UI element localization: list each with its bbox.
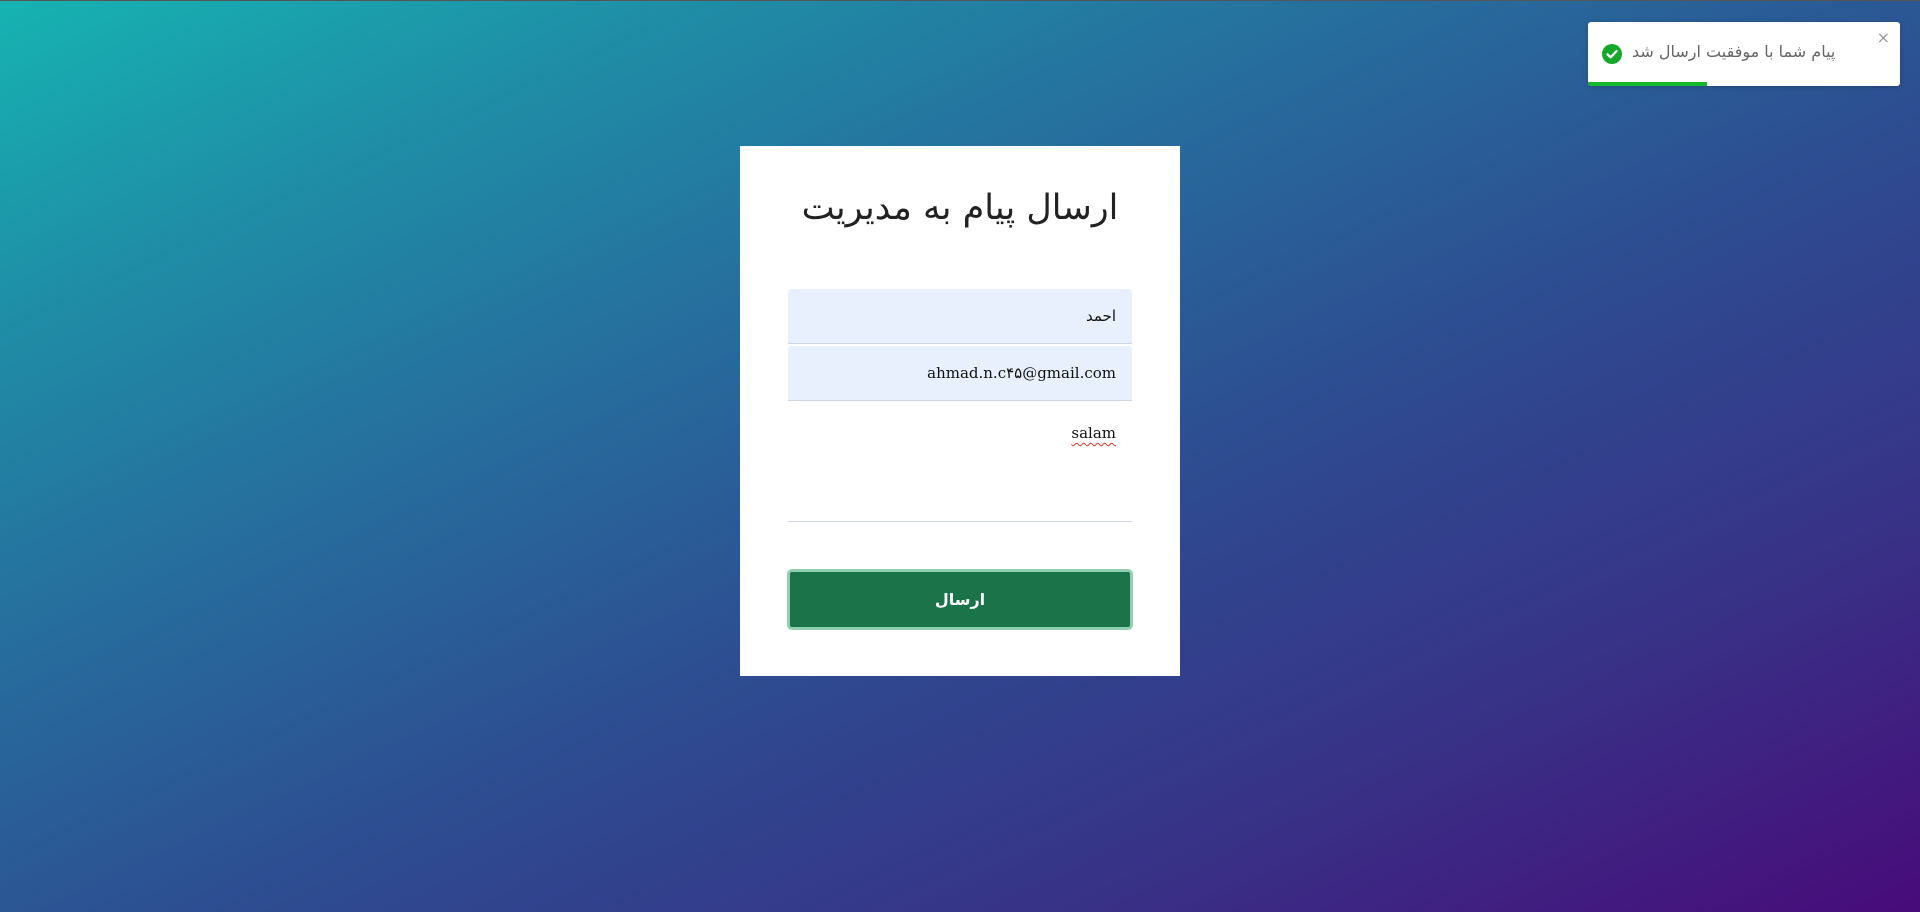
name-input[interactable] (788, 289, 1132, 344)
close-icon[interactable]: × (1877, 30, 1890, 46)
form-title: ارسال پیام به مدیریت (801, 188, 1119, 228)
submit-button[interactable]: ارسال (787, 569, 1133, 630)
toast-progress-bar (1588, 82, 1707, 86)
toast-progress-track (1588, 82, 1900, 86)
check-circle-icon (1602, 44, 1622, 64)
success-toast: پیام شما با موفقیت ارسال شد × (1588, 22, 1900, 86)
contact-form-card: ارسال پیام به مدیریت salam ارسال (740, 146, 1180, 676)
top-border (0, 0, 1920, 1)
message-textarea[interactable]: salam (788, 412, 1132, 522)
email-input[interactable] (788, 346, 1132, 401)
toast-message: پیام شما با موفقیت ارسال شد (1632, 42, 1836, 61)
